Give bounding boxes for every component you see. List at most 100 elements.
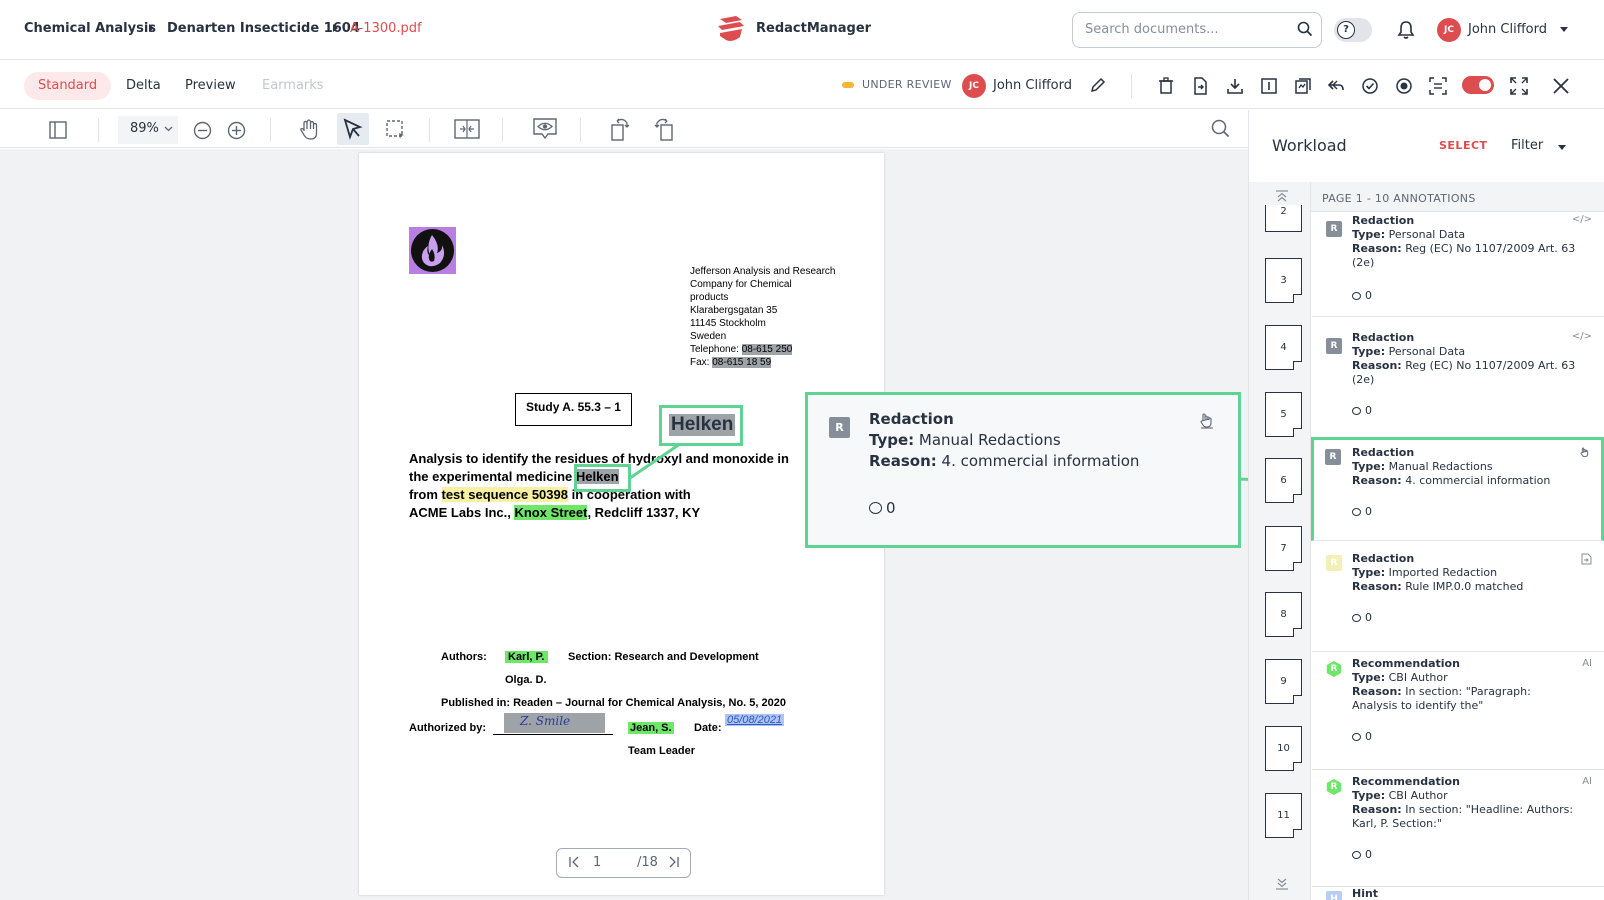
export-file-icon[interactable] [1192, 77, 1208, 95]
test-sequence-highlight[interactable]: test sequence 50398 [441, 487, 568, 502]
rotate-left-icon[interactable] [609, 115, 631, 141]
type-value: CBI Author [1385, 789, 1448, 802]
zoom-out-icon[interactable] [193, 121, 212, 140]
card-comments[interactable]: 0 [869, 499, 896, 517]
select-button[interactable]: SELECT [1439, 139, 1488, 152]
tab-earmarks: Earmarks [262, 78, 324, 93]
tab-delta[interactable]: Delta [112, 72, 175, 100]
page-thumbnail[interactable]: 10 [1265, 726, 1302, 771]
filter-button[interactable]: Filter [1511, 138, 1543, 153]
knox-street-recommendation[interactable]: Knox Street [514, 505, 588, 520]
page-thumbnail[interactable]: 9 [1265, 659, 1302, 704]
close-icon[interactable] [1553, 78, 1569, 94]
approve-check-icon[interactable] [1361, 77, 1379, 95]
annotation-comments[interactable]: 0 [1352, 611, 1372, 624]
divider [98, 118, 99, 142]
divider [1131, 74, 1132, 98]
annotation-reason: Reason: In section: "Headline: Authors: … [1352, 803, 1577, 831]
assignee-name[interactable]: John Clifford [993, 78, 1072, 93]
stop-record-icon[interactable] [1395, 77, 1413, 95]
type-label: Type: [1352, 345, 1386, 358]
user-menu-chevron-down-icon[interactable] [1560, 27, 1568, 32]
annotation-comments[interactable]: 0 [1352, 289, 1372, 302]
tab-preview[interactable]: Preview [171, 72, 250, 100]
zoom-in-icon[interactable] [227, 121, 246, 140]
breadcrumb-item-file[interactable]: A-1300.pdf [350, 21, 422, 36]
page-thumbnail[interactable]: 5 [1265, 392, 1302, 437]
notification-bell-icon[interactable] [1397, 20, 1415, 40]
undo-icon[interactable] [1327, 78, 1345, 94]
search-icon[interactable] [1297, 21, 1313, 37]
author1-recommendation[interactable]: Karl, P. [505, 651, 548, 663]
annotation-list-header-text: PAGE 1 - 10 ANNOTATIONS [1322, 192, 1476, 205]
ocr-scan-icon[interactable] [1429, 77, 1447, 95]
page-thumbnail[interactable]: 4 [1265, 325, 1302, 370]
date-hint[interactable]: 05/08/2021 [725, 714, 785, 726]
area-select-icon[interactable] [385, 119, 405, 139]
signature-handwriting: Z. Smile [520, 714, 571, 728]
current-page-input[interactable]: 1 [593, 855, 601, 870]
page-thumbnail[interactable]: 8 [1265, 592, 1302, 637]
redaction-preview-toggle[interactable] [1462, 76, 1494, 94]
tab-standard[interactable]: Standard [24, 72, 112, 100]
preview-eye-icon[interactable] [532, 117, 558, 141]
recommendation-r-icon: R [1326, 779, 1342, 795]
page-thumbnail[interactable]: 7 [1265, 526, 1302, 571]
annotation-item[interactable]: R Recommendation Type: CBI Author Reason… [1312, 652, 1604, 770]
fax-redaction[interactable]: 08-615 18 59 [712, 357, 772, 368]
annotation-comments[interactable]: 0 [1352, 505, 1372, 518]
document-search-icon[interactable] [1211, 119, 1230, 138]
breadcrumb-item-dossier[interactable]: Denarten Insecticide 1604 [167, 21, 360, 36]
page-thumbnail[interactable]: 11 [1265, 793, 1302, 838]
paragraph-text: ACME Labs Inc., [409, 505, 515, 520]
telephone-redaction[interactable]: 08-615 250 [741, 344, 793, 355]
download-icon[interactable] [1226, 77, 1244, 95]
card-reason-label: Reason: [869, 452, 937, 470]
address-line: Klarabergsgatan 35 [690, 305, 778, 316]
select-tool[interactable] [337, 113, 369, 145]
page-thumbnail[interactable]: 3 [1265, 258, 1302, 303]
annotation-item[interactable]: R Redaction Type: Imported Redaction Rea… [1312, 550, 1604, 652]
pan-hand-icon[interactable] [299, 119, 319, 141]
layers-icon[interactable] [1294, 77, 1312, 95]
search-box[interactable] [1072, 12, 1322, 48]
help-mode-toggle[interactable]: ? [1334, 18, 1372, 42]
delete-trash-icon[interactable] [1158, 77, 1174, 95]
annotation-item[interactable]: R Redaction Type: Personal Data Reason: … [1312, 212, 1604, 317]
annotation-comments[interactable]: 0 [1352, 848, 1372, 861]
zoom-value[interactable]: 89% [130, 121, 159, 136]
toggle-sidebar-icon[interactable] [49, 121, 67, 139]
first-page-icon[interactable] [568, 855, 580, 869]
annotation-comments[interactable]: 0 [1352, 730, 1372, 743]
authorized-name-recommendation[interactable]: Jean, S. [628, 722, 674, 734]
search-input[interactable] [1085, 22, 1285, 37]
annotation-item[interactable]: R Redaction Type: Personal Data Reason: … [1312, 329, 1604, 446]
divider [429, 118, 430, 142]
compare-pages-icon[interactable] [454, 119, 480, 139]
zoom-chevron-down-icon[interactable] [164, 126, 173, 132]
assignee-avatar[interactable]: JC [962, 74, 986, 98]
filter-chevron-down-icon[interactable] [1558, 145, 1566, 150]
document-info-icon[interactable] [1260, 77, 1278, 95]
user-avatar[interactable]: JC [1437, 18, 1461, 42]
annotation-item[interactable]: H Hint [1312, 887, 1604, 900]
comment-bubble-icon [1352, 508, 1361, 516]
annotation-item-selected[interactable]: R Redaction Type: Manual Redactions Reas… [1311, 437, 1604, 541]
rotate-right-icon[interactable] [653, 115, 675, 141]
signature-redaction[interactable]: Z. Smile [504, 713, 605, 733]
last-page-icon[interactable] [668, 855, 680, 869]
page-thumbnail[interactable]: 6 [1265, 458, 1302, 503]
annotation-item[interactable]: R Recommendation Type: CBI Author Reason… [1312, 770, 1604, 887]
scroll-to-bottom-icon[interactable] [1275, 876, 1289, 890]
address-line: 11145 Stockholm [690, 318, 766, 329]
annotation-comments[interactable]: 0 [1352, 404, 1372, 417]
breadcrumb-item-dossier-template[interactable]: Chemical Analysis [24, 21, 156, 36]
user-name[interactable]: John Clifford [1468, 22, 1547, 37]
page-thumbnail[interactable]: 2 [1265, 205, 1302, 232]
scroll-to-top-icon[interactable] [1275, 190, 1289, 204]
comment-bubble-icon [1352, 407, 1361, 415]
authorized-label: Authorized by: [409, 722, 486, 734]
fullscreen-expand-icon[interactable] [1510, 77, 1528, 95]
type-label: Type: [1352, 789, 1386, 802]
edit-assignee-pencil-icon[interactable] [1090, 77, 1106, 93]
